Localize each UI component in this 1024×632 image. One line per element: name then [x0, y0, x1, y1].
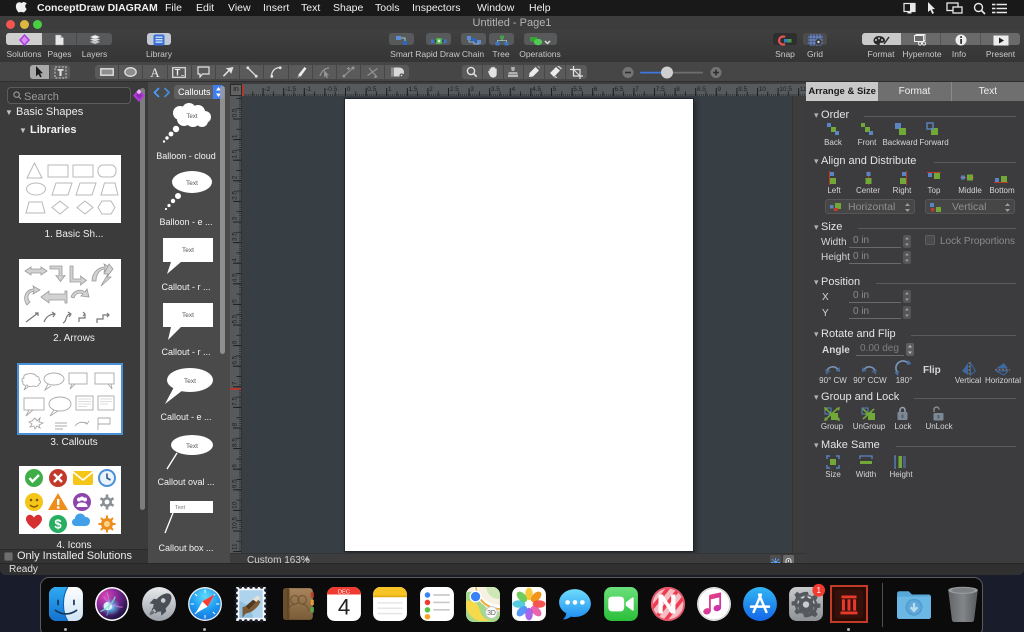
svg-text:1: 1	[816, 585, 821, 595]
svg-text:Text: Text	[186, 180, 198, 187]
svg-text:2: 2	[429, 86, 433, 93]
svg-text:-2: -2	[264, 86, 270, 93]
svg-text:-1: -1	[306, 86, 312, 93]
svg-text:$: $	[54, 517, 62, 532]
svg-text:6.5: 6.5	[615, 86, 624, 93]
svg-text:6: 6	[232, 340, 239, 344]
svg-text:3D: 3D	[487, 610, 496, 617]
svg-text:3.5: 3.5	[491, 86, 500, 93]
svg-text:1.5: 1.5	[409, 86, 418, 93]
svg-text:9.5: 9.5	[232, 479, 239, 488]
svg-text:7: 7	[635, 86, 639, 93]
svg-text:11: 11	[232, 543, 239, 550]
svg-text:0.5: 0.5	[232, 108, 239, 117]
svg-text:8: 8	[676, 86, 680, 93]
svg-text:10.5: 10.5	[232, 516, 239, 529]
svg-text:2.5: 2.5	[232, 190, 239, 199]
svg-text:6.5: 6.5	[232, 355, 239, 364]
svg-text:4.5: 4.5	[232, 273, 239, 282]
svg-text:5.5: 5.5	[573, 86, 582, 93]
svg-text:9: 9	[718, 86, 722, 93]
svg-text:4: 4	[512, 86, 516, 93]
svg-text:10: 10	[232, 501, 239, 509]
svg-text:4: 4	[338, 595, 350, 620]
svg-text:0.5: 0.5	[367, 86, 376, 93]
svg-text:Text: Text	[184, 378, 196, 385]
svg-text:7.5: 7.5	[232, 396, 239, 405]
svg-text:1: 1	[232, 134, 239, 138]
svg-text:4.5: 4.5	[532, 86, 541, 93]
svg-text:4: 4	[232, 258, 239, 262]
svg-text:5: 5	[232, 299, 239, 303]
svg-text:5: 5	[553, 86, 557, 93]
svg-text:0: 0	[347, 86, 351, 93]
svg-text:2: 2	[232, 175, 239, 179]
svg-text:T: T	[175, 67, 181, 77]
svg-text:7.5: 7.5	[656, 86, 665, 93]
svg-text:1: 1	[388, 86, 392, 93]
svg-text:10.5: 10.5	[779, 86, 792, 93]
svg-text:7: 7	[232, 381, 239, 385]
svg-text:9: 9	[232, 464, 239, 468]
svg-text:3: 3	[232, 217, 239, 221]
svg-text:3.5: 3.5	[232, 232, 239, 241]
svg-text:Text: Text	[186, 114, 197, 120]
svg-text:8.5: 8.5	[232, 438, 239, 447]
svg-text:Text: Text	[182, 312, 194, 319]
svg-text:1.5: 1.5	[232, 149, 239, 158]
svg-text:Text: Text	[186, 443, 198, 450]
svg-text:-1.5: -1.5	[285, 86, 297, 93]
svg-text:8.5: 8.5	[697, 86, 706, 93]
svg-text:Text: Text	[182, 247, 194, 254]
svg-text:3: 3	[470, 86, 474, 93]
svg-text:5.5: 5.5	[232, 314, 239, 323]
svg-text:-0.5: -0.5	[326, 86, 338, 93]
svg-text:9.5: 9.5	[738, 86, 747, 93]
svg-text:10: 10	[759, 86, 767, 93]
svg-text:2.5: 2.5	[450, 86, 459, 93]
svg-text:6: 6	[594, 86, 598, 93]
svg-text:8: 8	[232, 423, 239, 427]
svg-text:Text: Text	[175, 505, 186, 511]
svg-text:A: A	[150, 67, 160, 78]
